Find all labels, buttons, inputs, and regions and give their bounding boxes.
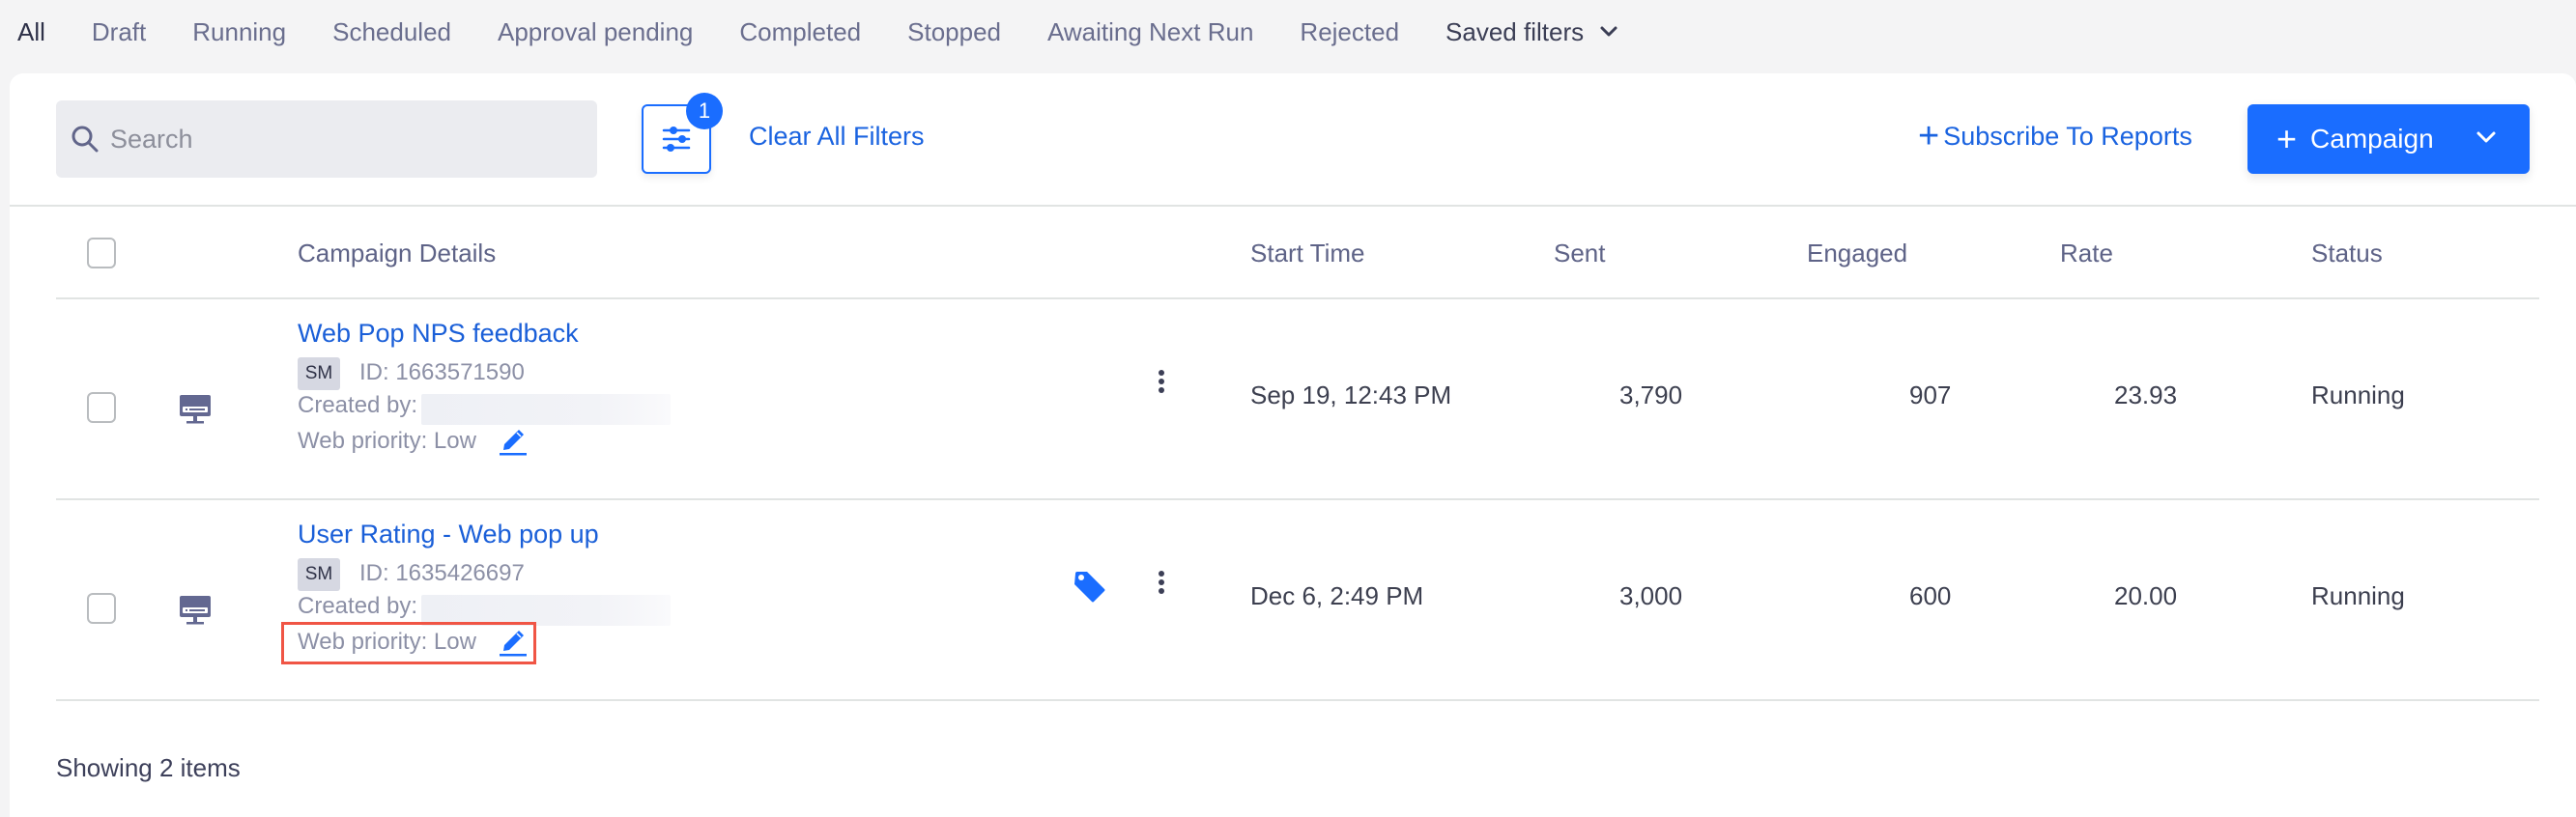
web-priority-text: Web priority: Low — [298, 629, 476, 655]
pencil-edit-icon — [499, 631, 527, 657]
campaign-list-card: 1 Clear All Filters + Subscribe To Repor… — [10, 73, 2576, 817]
campaign-button-label: Campaign — [2310, 124, 2434, 154]
select-all-checkbox[interactable] — [87, 238, 116, 268]
channel-badge: SM — [298, 558, 340, 591]
row-checkbox[interactable] — [87, 392, 116, 423]
chevron-down-icon[interactable] — [2476, 129, 2497, 145]
toolbar: 1 Clear All Filters + Subscribe To Repor… — [10, 73, 2576, 207]
table-row: Web Pop NPS feedback SM ID: 1663571590 C… — [56, 299, 2539, 500]
column-rate[interactable]: Rate — [2060, 239, 2113, 268]
start-time: Dec 6, 2:49 PM — [1250, 581, 1424, 610]
search-input[interactable] — [110, 124, 574, 155]
tab-draft[interactable]: Draft — [92, 17, 146, 47]
start-time: Sep 19, 12:43 PM — [1250, 380, 1452, 409]
subscribe-to-reports-link[interactable]: + Subscribe To Reports — [1918, 116, 2192, 156]
engaged-count: 907 — [1909, 380, 1952, 409]
tab-awaiting-next-run[interactable]: Awaiting Next Run — [1047, 17, 1253, 47]
search-box[interactable] — [56, 100, 597, 178]
web-monitor-icon — [180, 395, 211, 424]
created-by-label: Created by: — [298, 392, 418, 418]
tab-rejected[interactable]: Rejected — [1300, 17, 1399, 47]
rate-value: 20.00 — [2114, 581, 2178, 610]
create-campaign-button[interactable]: + Campaign — [2247, 104, 2530, 174]
sent-count: 3,000 — [1619, 581, 1683, 610]
web-monitor-icon — [180, 596, 211, 625]
channel-badge: SM — [298, 357, 340, 390]
created-by-redacted — [421, 394, 671, 425]
campaign-id: ID: 1635426697 — [359, 560, 525, 586]
status-text: Running — [2311, 380, 2405, 409]
tag-icon[interactable] — [1073, 570, 1107, 605]
campaign-id: ID: 1663571590 — [359, 359, 525, 385]
table-row: User Rating - Web pop up SM ID: 16354266… — [56, 500, 2539, 701]
web-priority: Web priority: Low — [298, 628, 529, 657]
status-text: Running — [2311, 581, 2405, 610]
more-actions-icon[interactable] — [1157, 369, 1166, 394]
tab-all[interactable]: All — [17, 17, 45, 47]
column-start-time[interactable]: Start Time — [1250, 239, 1364, 268]
web-priority: Web priority: Low — [298, 427, 529, 456]
subscribe-label: Subscribe To Reports — [1943, 122, 2192, 151]
column-status[interactable]: Status — [2311, 239, 2383, 268]
column-engaged[interactable]: Engaged — [1807, 239, 1907, 268]
campaign-name-link[interactable]: Web Pop NPS feedback — [298, 319, 579, 349]
tab-completed[interactable]: Completed — [739, 17, 861, 47]
web-priority-text: Web priority: Low — [298, 428, 476, 454]
filter-count-badge: 1 — [686, 93, 723, 129]
plus-icon: + — [1918, 116, 1940, 156]
status-tabs: All Draft Running Scheduled Approval pen… — [0, 0, 2576, 64]
campaign-name-link[interactable]: User Rating - Web pop up — [298, 520, 599, 549]
chevron-down-icon — [1600, 26, 1617, 37]
table-header: Campaign Details Start Time Sent Engaged… — [56, 207, 2539, 299]
row-checkbox[interactable] — [87, 593, 116, 624]
column-sent[interactable]: Sent — [1554, 239, 1606, 268]
edit-priority-button[interactable] — [498, 628, 529, 657]
search-icon — [72, 126, 99, 153]
engaged-count: 600 — [1909, 581, 1952, 610]
more-actions-icon[interactable] — [1157, 570, 1166, 595]
sent-count: 3,790 — [1619, 380, 1683, 409]
rate-value: 23.93 — [2114, 380, 2178, 409]
saved-filters-label: Saved filters — [1445, 16, 1585, 46]
saved-filters-dropdown[interactable]: Saved filters — [1445, 17, 1618, 47]
items-summary: Showing 2 items — [56, 753, 241, 782]
plus-icon: + — [2276, 119, 2298, 158]
tab-scheduled[interactable]: Scheduled — [332, 17, 451, 47]
created-by-label: Created by: — [298, 593, 418, 619]
tab-stopped[interactable]: Stopped — [907, 17, 1001, 47]
tab-running[interactable]: Running — [192, 17, 286, 47]
tab-approval-pending[interactable]: Approval pending — [498, 17, 693, 47]
edit-priority-button[interactable] — [498, 427, 529, 456]
pencil-edit-icon — [499, 430, 527, 456]
column-campaign-details[interactable]: Campaign Details — [298, 239, 496, 268]
filter-sliders-icon — [662, 127, 691, 152]
clear-all-filters-link[interactable]: Clear All Filters — [749, 122, 925, 152]
